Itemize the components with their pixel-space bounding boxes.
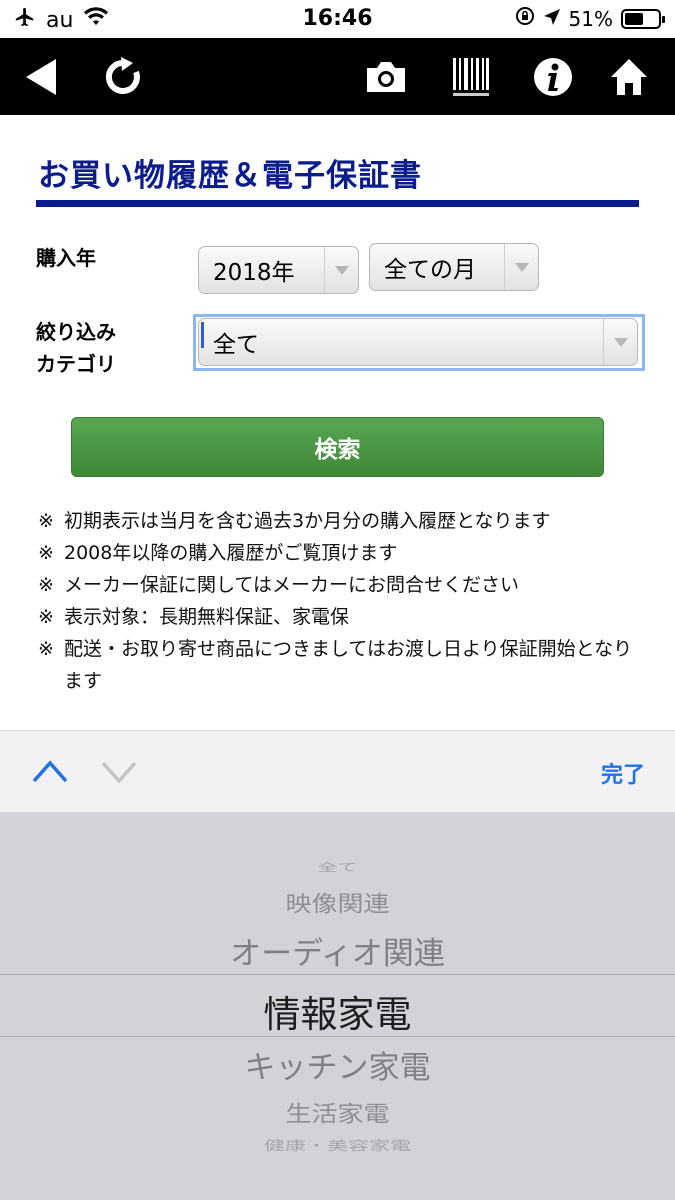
- note-item: ※ メーカー保証に関してはメーカーにお問合せください: [38, 569, 638, 601]
- picker-selection-divider: [0, 1036, 675, 1037]
- year-select[interactable]: 2018年: [198, 246, 359, 294]
- chevron-up-icon[interactable]: [32, 759, 68, 787]
- picker-item[interactable]: キッチン家電: [0, 1042, 675, 1087]
- note-item: ※ 表示対象：長期無料保証、家電保: [38, 601, 638, 633]
- picker-item[interactable]: 映像関連: [0, 887, 675, 918]
- year-select-value: 2018年: [213, 260, 295, 286]
- browser-toolbar: [0, 38, 675, 115]
- note-item: ※ 初期表示は当月を含む過去3か月分の購入履歴となります: [38, 505, 638, 537]
- chevron-down-icon: [324, 247, 358, 293]
- chevron-down-icon: [603, 319, 637, 365]
- picker-item[interactable]: 生活家電: [0, 1097, 675, 1128]
- chevron-down-icon: [504, 244, 538, 290]
- category-picker-wheel[interactable]: 全て 映像関連 オーディオ関連 情報家電 キッチン家電 生活家電 健康・美容家電: [0, 812, 675, 1200]
- note-mark: ※: [38, 510, 54, 532]
- search-button[interactable]: 検索: [71, 417, 604, 477]
- title-underline: [36, 200, 639, 207]
- orientation-lock-icon: [515, 6, 535, 31]
- category-select[interactable]: 全て: [198, 318, 638, 366]
- note-mark: ※: [38, 574, 54, 596]
- note-text: 初期表示は当月を含む過去3か月分の購入履歴となります: [64, 510, 551, 532]
- note-text: 2008年以降の購入履歴がご覧頂けます: [64, 542, 398, 564]
- note-item: ※ 配送・お取り寄せ商品につきましてはお渡し日より保証開始となります: [38, 633, 638, 697]
- category-select-value: 全て: [213, 332, 259, 358]
- chevron-down-icon[interactable]: [101, 761, 137, 789]
- reload-icon[interactable]: [98, 38, 148, 115]
- note-item: ※ 2008年以降の購入履歴がご覧頂けます: [38, 537, 638, 569]
- page-title: お買い物履歴＆電子保証書: [38, 158, 422, 194]
- note-mark: ※: [38, 542, 54, 564]
- done-button[interactable]: 完了: [601, 757, 645, 789]
- status-bar: au 16:46 51%: [0, 0, 675, 38]
- picker-item[interactable]: 全て: [0, 859, 675, 875]
- location-icon: [543, 7, 561, 31]
- picker-item-selected[interactable]: 情報家電: [0, 984, 675, 1038]
- keyboard-accessory-bar: 完了: [0, 730, 675, 812]
- camera-icon[interactable]: [360, 38, 412, 115]
- picker-selection-divider: [0, 974, 675, 975]
- home-icon[interactable]: [604, 38, 654, 115]
- info-icon[interactable]: [528, 38, 578, 115]
- note-text: 配送・お取り寄せ商品につきましてはお渡し日より保証開始となります: [64, 638, 633, 692]
- note-text: 表示対象：長期無料保証、家電保: [64, 606, 350, 628]
- month-select[interactable]: 全ての月: [369, 243, 539, 291]
- back-arrow-icon[interactable]: [14, 38, 68, 115]
- month-select-value: 全ての月: [384, 257, 476, 283]
- battery-icon: [621, 8, 665, 29]
- purchase-year-label: 購入年: [36, 246, 96, 270]
- battery-percent: 51%: [568, 6, 613, 31]
- note-mark: ※: [38, 638, 54, 660]
- picker-item[interactable]: オーディオ関連: [0, 928, 675, 973]
- text-caret: [201, 322, 204, 348]
- barcode-icon[interactable]: [446, 38, 496, 115]
- note-text: メーカー保証に関してはメーカーにお問合せください: [64, 574, 520, 596]
- picker-item[interactable]: 健康・美容家電: [0, 1136, 675, 1154]
- category-label-line1: 絞り込み: [36, 320, 116, 344]
- notes-list: ※ 初期表示は当月を含む過去3か月分の購入履歴となります ※ 2008年以降の購…: [38, 505, 638, 697]
- category-label-line2: カテゴリ: [36, 352, 116, 376]
- note-mark: ※: [38, 606, 54, 628]
